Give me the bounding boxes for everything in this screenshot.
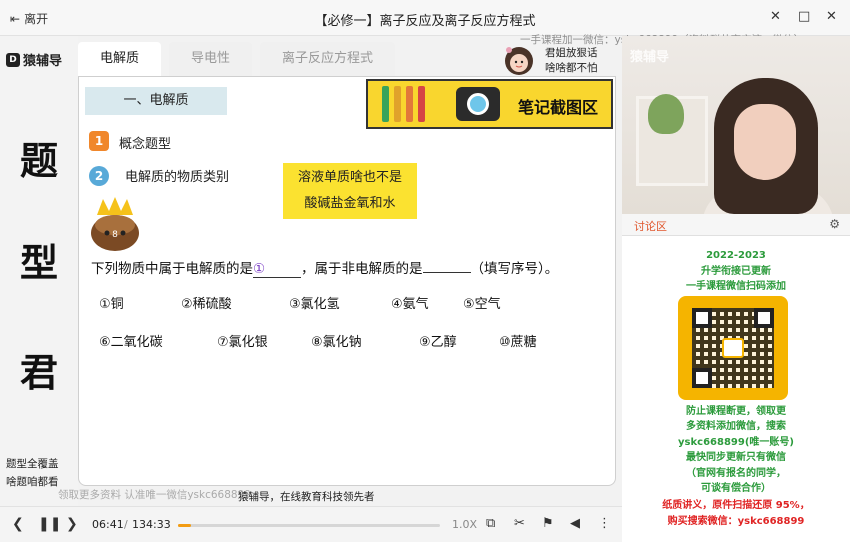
discussion-tab[interactable]: 讨论区 [634, 218, 667, 234]
progress-bar[interactable] [178, 524, 440, 527]
chestnut-mascot-icon: 8 [91, 197, 139, 251]
caption-watermark: 领取更多资料 认准唯一微信yskc668899 [58, 489, 251, 501]
settings-icon[interactable]: ⚙ [829, 217, 840, 231]
next-icon[interactable]: ❯ [66, 516, 78, 532]
teacher-face [734, 104, 796, 180]
app-logo: D 猿辅导 [6, 50, 62, 69]
option-item: ②稀硫酸 [181, 297, 232, 312]
pause-button[interactable]: ❚❚ [38, 516, 61, 532]
video-player-bar: ❮ ❚❚ ❯ 06:41 / 134:33 1.0X ⧉ ✂ ⚑ ◀ ⋮ [0, 506, 622, 542]
more-icon[interactable]: ⋮ [598, 516, 611, 531]
logo-icon: D [6, 52, 20, 67]
item-label: 电解质的物质类别 [125, 170, 230, 185]
previous-icon[interactable]: ❮ [12, 516, 24, 532]
slogan-line: 题型全覆盖 [6, 458, 59, 470]
tab-conductivity[interactable]: 导电性 [169, 42, 253, 76]
speed-button[interactable]: 1.0X [452, 518, 477, 531]
option-item: ①铜 [99, 297, 124, 312]
video-logo: 猿辅导 [630, 50, 670, 65]
option-item: ③氯化氢 [289, 297, 340, 312]
option-item: ⑤空气 [463, 297, 501, 312]
logo-text: 猿辅导 [23, 54, 63, 69]
total-time: 134:33 [132, 518, 171, 531]
left-column: D 猿辅导 题 型 君 题型全覆盖 啥题咱都看 [0, 36, 78, 506]
window-close-icon[interactable]: ✕ [826, 9, 837, 24]
tab-electrolyte[interactable]: 电解质 [78, 42, 162, 76]
background-plant [648, 94, 684, 134]
slogan-line: 啥题咱都看 [6, 476, 59, 488]
promo-panel: 2022-2023 升学衔接已更新 一手课程微信扫码添加 防止课程断更，领取更 … [622, 236, 850, 542]
item-number-badge: 1 [89, 131, 109, 151]
flag-icon[interactable]: ⚑ [542, 516, 554, 531]
option-item: ④氨气 [391, 297, 429, 312]
note-area-label: 笔记截图区 [518, 98, 599, 117]
svg-text:8: 8 [112, 230, 118, 240]
answer-blank: ① [253, 261, 301, 278]
screenshot-icon[interactable]: ⧉ [486, 516, 495, 531]
close-panel-icon[interactable]: ✕ [770, 9, 781, 24]
option-item: ⑥二氧化碳 [99, 335, 163, 350]
teacher-video[interactable]: 猿辅导 [622, 36, 850, 214]
option-item: ⑩蔗糖 [499, 335, 537, 350]
window-titlebar: ⇤ 离开 【必修一】离子反应及离子反应方程式 ✕ □ ✕ [0, 0, 850, 36]
brand-char: 型 [19, 240, 58, 285]
progress-fill [178, 524, 192, 527]
item-label: 概念题型 [119, 137, 172, 152]
item-number-badge: 2 [89, 166, 109, 186]
lecture-slide: 一、电解质 笔记截图区 1 概念题型 2 电解质的物质类别 溶液单质啥也不是 酸… [78, 76, 616, 486]
section-heading: 一、电解质 [85, 87, 227, 115]
discussion-header: 讨论区 ⚙ [622, 214, 850, 236]
question-text: 下列物质中属于电解质的是① ，属于非电解质的是 （填写序号）。 [91, 261, 559, 278]
caption-text: 猿辅导，在线教育科技领先者 [238, 491, 375, 503]
volume-icon[interactable]: ◀ [570, 516, 580, 531]
current-time: 06:41 [92, 518, 124, 531]
slide-caption: 领取更多资料 认准唯一微信yskc668899 猿辅导，在线教育科技领先者 [58, 487, 616, 505]
host-tagline: 君姐放狠话 啥啥都不怕 [545, 47, 598, 74]
option-item: ⑧氯化钠 [311, 335, 362, 350]
brand-char: 题 [19, 138, 58, 183]
mnemonic-note: 溶液单质啥也不是 酸碱盐金氧和水 [283, 163, 417, 219]
option-item: ⑦氯化银 [217, 335, 268, 350]
host-avatar [505, 47, 533, 75]
note-screenshot-area[interactable]: 笔记截图区 [366, 79, 613, 129]
chapter-tabs: 电解质 导电性 离子反应方程式 [78, 42, 403, 76]
window-title: 【必修一】离子反应及离子反应方程式 [314, 14, 536, 29]
option-item: ⑨乙醇 [419, 335, 457, 350]
qr-code[interactable] [678, 296, 788, 400]
pencils-icon [382, 86, 425, 122]
answer-blank [422, 272, 471, 273]
tab-ionic-equation[interactable]: 离子反应方程式 [260, 42, 396, 76]
camera-icon [456, 87, 500, 121]
scissors-icon[interactable]: ✂ [514, 516, 525, 531]
brand-char: 君 [19, 350, 58, 395]
maximize-icon[interactable]: □ [798, 9, 810, 24]
